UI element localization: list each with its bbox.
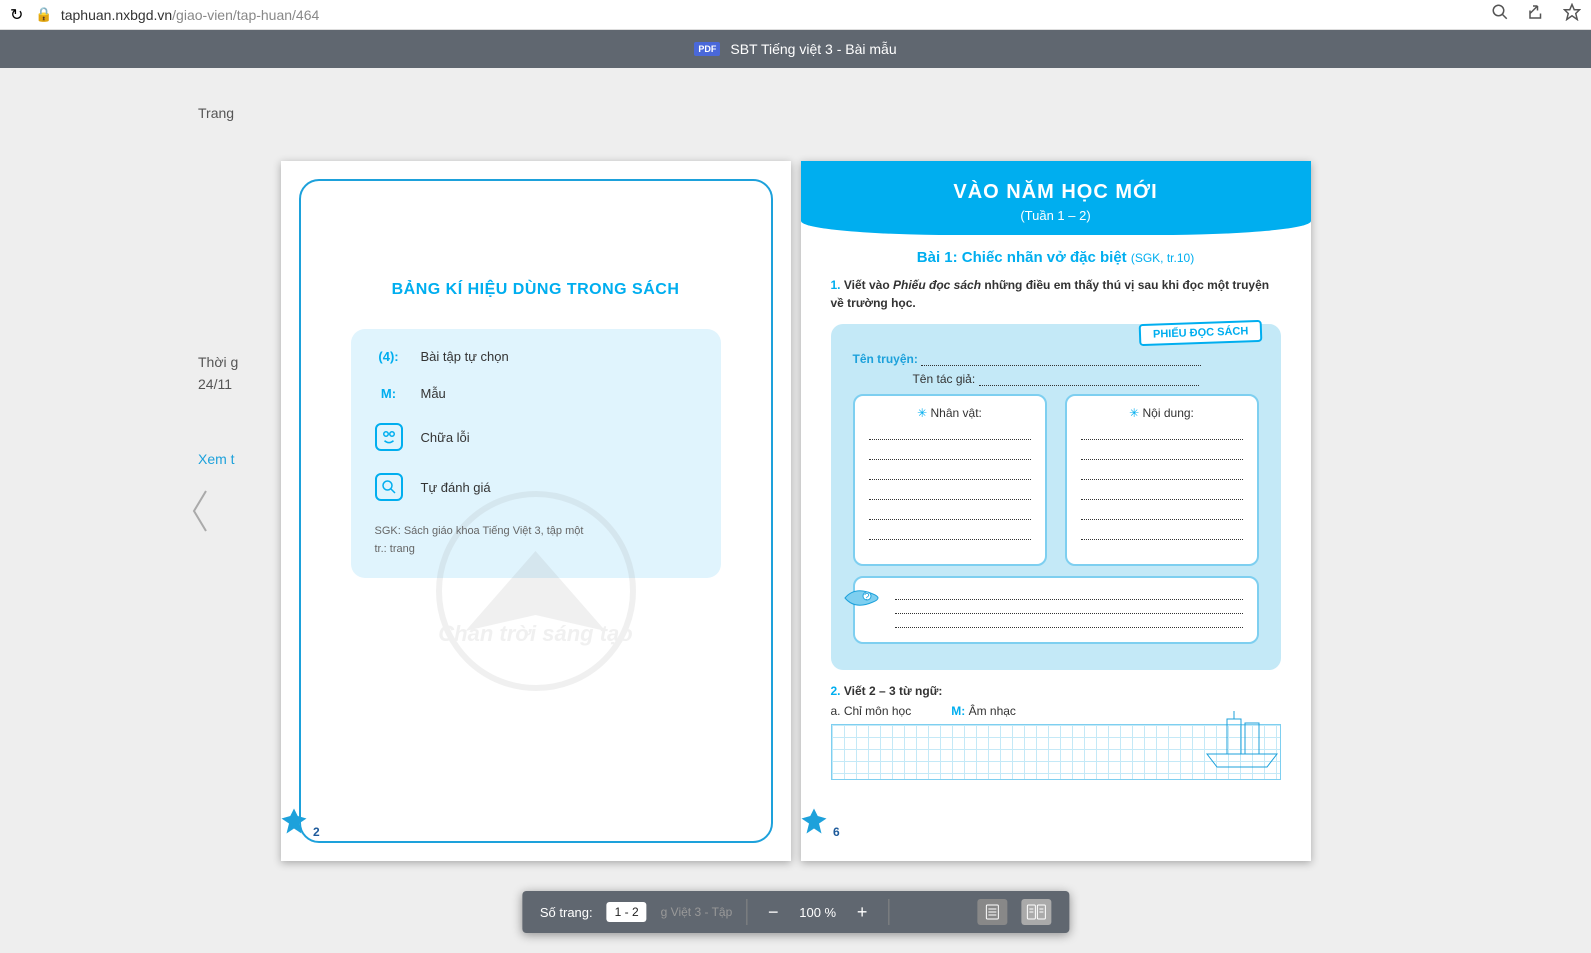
page-input[interactable]: 1 - 2 bbox=[607, 902, 647, 922]
q2-option-a: a. Chỉ môn học bbox=[831, 704, 912, 718]
pdf-titlebar: PDF SBT Tiếng việt 3 - Bài mẫu bbox=[0, 30, 1591, 68]
pdf-page-right: VÀO NĂM HỌC MỚI (Tuần 1 – 2) Bài 1: Chiế… bbox=[801, 161, 1311, 861]
legend-sym-1: M: bbox=[375, 386, 403, 401]
star-icon: ✳ bbox=[917, 406, 927, 420]
pdf-page-left: BẢNG KÍ HIỆU DÙNG TRONG SÁCH (4): Bài tậ… bbox=[281, 161, 791, 861]
question-1: 1. Viết vào Phiếu đọc sách những điều em… bbox=[831, 276, 1281, 312]
watermark-text: Chân trời sáng tạo bbox=[386, 621, 686, 647]
page-background: CATION PUBLISHING HOUSE LIMITED COMPANY … bbox=[0, 30, 1591, 953]
legend-label-2: Chữa lỗi bbox=[421, 430, 470, 445]
story-name-label: Tên truyện: bbox=[853, 352, 918, 366]
pdf-title: SBT Tiếng việt 3 - Bài mẫu bbox=[730, 41, 896, 57]
pdf-stage: BẢNG KÍ HIỆU DÙNG TRONG SÁCH (4): Bài tậ… bbox=[0, 68, 1591, 953]
url-path: /giao-vien/tap-huan/464 bbox=[172, 7, 319, 23]
pdf-viewer: PDF SBT Tiếng việt 3 - Bài mẫu BẢNG KÍ H… bbox=[0, 30, 1591, 953]
fix-error-icon bbox=[375, 423, 403, 451]
content-label: Nội dung: bbox=[1143, 406, 1194, 420]
svg-text:?: ? bbox=[864, 592, 870, 603]
right-page-header: VÀO NĂM HỌC MỚI (Tuần 1 – 2) bbox=[801, 161, 1311, 235]
left-page-title: BẢNG KÍ HIỆU DÙNG TRONG SÁCH bbox=[301, 281, 771, 299]
unit-subtitle: (Tuần 1 – 2) bbox=[801, 208, 1311, 223]
fish-icon: ? bbox=[843, 584, 887, 612]
zoom-icon[interactable] bbox=[1491, 3, 1509, 26]
watermark: Chân trời sáng tạo bbox=[386, 491, 686, 647]
zoom-in-button[interactable]: + bbox=[850, 900, 874, 924]
reading-card: PHIẾU ĐỌC SÁCH Tên truyện: Tên tác giả: bbox=[831, 324, 1281, 670]
author-row: Tên tác giả: bbox=[853, 372, 1259, 386]
pdf-badge-icon: PDF bbox=[694, 42, 720, 56]
page-num-right-value: 6 bbox=[833, 825, 840, 839]
star-icon: ✳ bbox=[1129, 406, 1139, 420]
url-bar[interactable]: 🔒 taphuan.nxbgd.vn/giao-vien/tap-huan/46… bbox=[35, 6, 1479, 23]
zoom-out-button[interactable]: − bbox=[761, 900, 785, 924]
page-label: Số trang: bbox=[540, 905, 593, 920]
fish-question-box: ? bbox=[853, 576, 1259, 644]
q1-text-a: Viết vào bbox=[844, 278, 893, 292]
lesson-title-text: Bài 1: Chiếc nhãn vở đặc biệt bbox=[917, 249, 1127, 266]
content-box: ✳ Nội dung: bbox=[1065, 394, 1259, 566]
lock-icon: 🔒 bbox=[35, 6, 52, 23]
character-box: ✳ Nhân vật: bbox=[853, 394, 1047, 566]
legend-label-0: Bài tập tự chọn bbox=[421, 349, 509, 364]
page-spread: BẢNG KÍ HIỆU DÙNG TRONG SÁCH (4): Bài tậ… bbox=[281, 161, 1311, 861]
reading-card-label: PHIẾU ĐỌC SÁCH bbox=[1139, 320, 1263, 346]
lesson-title: Bài 1: Chiếc nhãn vở đặc biệt (SGK, tr.1… bbox=[831, 249, 1281, 266]
q2-m-value: Âm nhạc bbox=[969, 704, 1016, 718]
single-page-view-button[interactable] bbox=[977, 899, 1007, 925]
reload-icon[interactable]: ↻ bbox=[10, 5, 23, 25]
story-name-row: Tên truyện: bbox=[853, 352, 1259, 366]
q2-num: 2. bbox=[831, 684, 841, 698]
q2-text: Viết 2 – 3 từ ngữ: bbox=[844, 684, 943, 698]
q1-num: 1. bbox=[831, 278, 841, 292]
leaf-icon bbox=[801, 806, 829, 836]
lesson-ref: (SGK, tr.10) bbox=[1131, 251, 1194, 265]
leaf-icon bbox=[281, 806, 309, 836]
star-icon[interactable] bbox=[1563, 3, 1581, 26]
zoom-level: 100 % bbox=[799, 905, 836, 920]
q2-m-label: M: bbox=[951, 704, 965, 718]
share-icon[interactable] bbox=[1527, 3, 1545, 26]
bg-doc-name-fragment: g Việt 3 - Tập bbox=[661, 905, 733, 919]
double-page-view-button[interactable] bbox=[1021, 899, 1051, 925]
character-label: Nhân vật: bbox=[931, 406, 982, 420]
page-number-left: 2 bbox=[301, 816, 342, 851]
unit-title: VÀO NĂM HỌC MỚI bbox=[801, 181, 1311, 204]
ship-illustration bbox=[1197, 709, 1287, 769]
legend-sym-0: (4): bbox=[375, 349, 403, 364]
q1-text-italic: Phiếu đọc sách bbox=[893, 278, 981, 292]
page-number-right: 6 bbox=[821, 816, 862, 851]
legend-label-1: Mẫu bbox=[421, 386, 446, 401]
url-host: taphuan.nxbgd.vn bbox=[61, 7, 172, 23]
pdf-toolbar: Số trang: 1 - 2 g Việt 3 - Tập − 100 % + bbox=[522, 891, 1069, 933]
prev-page-button[interactable] bbox=[180, 471, 220, 551]
browser-toolbar: ↻ 🔒 taphuan.nxbgd.vn/giao-vien/tap-huan/… bbox=[0, 0, 1591, 30]
author-label: Tên tác giả: bbox=[912, 372, 975, 386]
page-num-left-value: 2 bbox=[313, 825, 320, 839]
